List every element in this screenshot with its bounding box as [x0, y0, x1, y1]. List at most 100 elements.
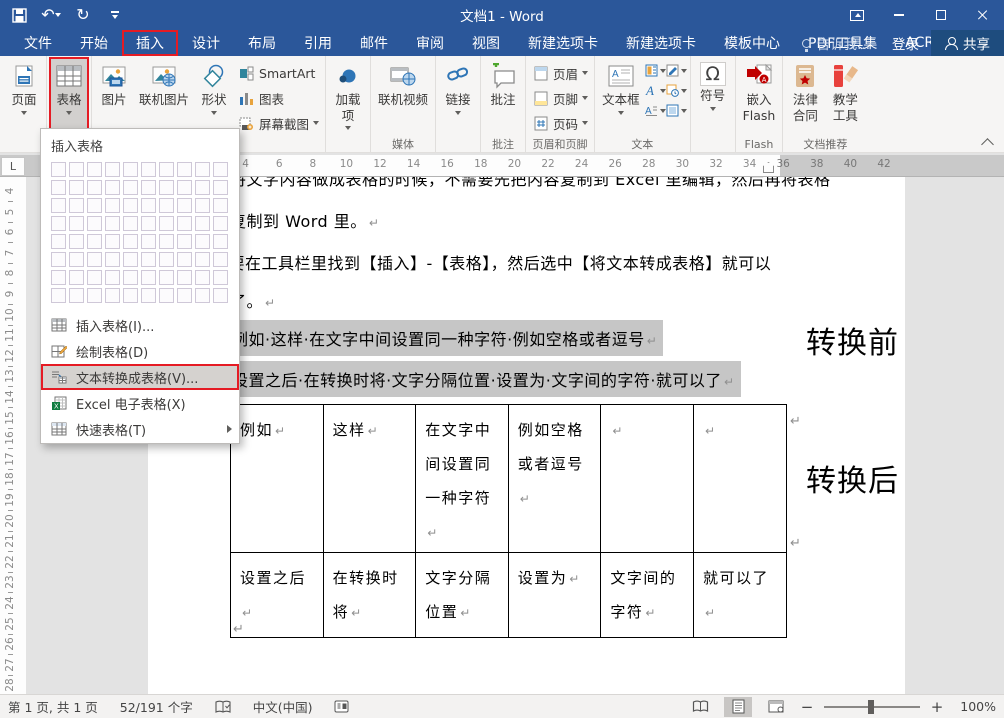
table-grid-cell[interactable]	[141, 270, 156, 285]
maximize-button[interactable]	[920, 0, 962, 30]
table-grid-cell[interactable]	[87, 270, 102, 285]
table-grid-cell[interactable]	[87, 288, 102, 303]
table-grid-cell[interactable]	[159, 252, 174, 267]
collapse-ribbon-icon[interactable]	[983, 137, 992, 146]
table-grid-cell[interactable]	[123, 270, 138, 285]
table-grid-cell[interactable]	[51, 216, 66, 231]
language-status[interactable]: 中文(中国)	[253, 697, 313, 716]
table-grid-cell[interactable]	[159, 180, 174, 195]
table-grid-cell[interactable]	[213, 288, 228, 303]
table-grid-cell[interactable]	[105, 270, 120, 285]
tab-insert[interactable]: 插入	[122, 30, 178, 56]
table-grid-cell[interactable]	[51, 180, 66, 195]
page-button[interactable]: 页面	[5, 58, 43, 136]
shapes-button[interactable]: 形状	[195, 58, 233, 136]
table-grid-cell[interactable]	[123, 252, 138, 267]
tab-home[interactable]: 开始	[66, 30, 122, 56]
table-grid-cell[interactable]	[105, 234, 120, 249]
legal-contract-button[interactable]: 法律 合同	[786, 58, 824, 136]
table-grid-cell[interactable]	[105, 288, 120, 303]
menu-item-convert-text-to-table[interactable]: 文本转换成表格(V)...	[41, 364, 239, 390]
print-layout-button[interactable]	[724, 697, 752, 717]
doc-table-cell[interactable]: 例如空格或者逗号↵	[508, 405, 601, 553]
table-grid-cell[interactable]	[69, 180, 84, 195]
table-grid-cell[interactable]	[177, 288, 192, 303]
zoom-slider[interactable]	[824, 706, 920, 708]
page-info[interactable]: 第 1 页, 共 1 页	[8, 697, 98, 716]
zoom-out-button[interactable]: −	[800, 698, 814, 716]
tab-references[interactable]: 引用	[290, 30, 346, 56]
screenshot-button[interactable]: 屏幕截图	[235, 111, 322, 135]
tab-template-center[interactable]: 模板中心	[710, 30, 794, 56]
zoom-slider-thumb[interactable]	[868, 700, 874, 714]
table-grid-cell[interactable]	[123, 216, 138, 231]
table-grid-cell[interactable]	[51, 162, 66, 177]
table-grid-cell[interactable]	[105, 216, 120, 231]
table-grid-cell[interactable]	[141, 288, 156, 303]
table-grid-cell[interactable]	[177, 198, 192, 213]
table-grid-cell[interactable]	[87, 198, 102, 213]
tab-review[interactable]: 审阅	[402, 30, 458, 56]
table-grid-cell[interactable]	[123, 288, 138, 303]
chart-button[interactable]: 图表	[235, 86, 322, 110]
zoom-level[interactable]: 100%	[954, 699, 996, 714]
table-grid-cell[interactable]	[105, 198, 120, 213]
login-button[interactable]: 登录	[880, 30, 931, 56]
wordart-button[interactable]: A	[646, 81, 666, 100]
word-count[interactable]: 52/191 个字	[120, 697, 193, 716]
table-grid-cell[interactable]	[195, 252, 210, 267]
menu-item-insert-table[interactable]: 插入表格(I)...	[41, 312, 239, 338]
body-line-2[interactable]: 复制到 Word 里。↵	[230, 208, 379, 232]
datetime-button[interactable]	[667, 81, 687, 100]
table-grid-cell[interactable]	[195, 270, 210, 285]
doc-table-cell[interactable]: 就可以了↵	[693, 553, 786, 638]
table-grid-cell[interactable]	[213, 270, 228, 285]
table-grid-cell[interactable]	[195, 234, 210, 249]
table-grid-cell[interactable]	[51, 270, 66, 285]
table-grid-cell[interactable]	[177, 216, 192, 231]
close-button[interactable]	[962, 0, 1004, 30]
selected-text-line[interactable]: 设置之后·在转换时将·文字分隔位置·设置为·文字间的字符·就可以了↵	[224, 361, 741, 397]
symbol-button[interactable]: Ω 符号	[694, 58, 732, 136]
table-grid-cell[interactable]	[87, 252, 102, 267]
table-grid-cell[interactable]	[123, 180, 138, 195]
online-pictures-button[interactable]: 联机图片	[135, 58, 193, 136]
read-mode-button[interactable]	[686, 697, 714, 717]
table-grid-cell[interactable]	[159, 162, 174, 177]
table-grid-cell[interactable]	[87, 234, 102, 249]
table-grid-cell[interactable]	[159, 288, 174, 303]
table-grid-cell[interactable]	[87, 180, 102, 195]
tab-new-tab-1[interactable]: 新建选项卡	[514, 30, 612, 56]
table-grid-cell[interactable]	[141, 198, 156, 213]
link-button[interactable]: 链接	[439, 58, 477, 136]
selected-text-line[interactable]: 例如·这样·在文字中间设置同一种字符·例如空格或者逗号↵	[224, 320, 663, 356]
comment-button[interactable]: 批注	[484, 58, 522, 136]
picture-button[interactable]: 图片	[95, 58, 133, 136]
table-grid-cell[interactable]	[69, 288, 84, 303]
menu-item-quick-tables[interactable]: 快速表格(T)	[41, 416, 239, 442]
table-grid-cell[interactable]	[159, 270, 174, 285]
redo-icon[interactable]: ↻	[72, 3, 94, 27]
tab-stop-selector[interactable]: L	[1, 157, 25, 176]
table-grid-cell[interactable]	[213, 180, 228, 195]
table-grid-cell[interactable]	[213, 216, 228, 231]
table-grid-cell[interactable]	[177, 270, 192, 285]
table-grid-cell[interactable]	[141, 180, 156, 195]
share-button[interactable]: 共享	[931, 30, 1004, 56]
doc-table-cell[interactable]: 这样↵	[323, 405, 416, 553]
undo-dropdown-arrow-icon[interactable]	[55, 13, 61, 17]
doc-table-cell[interactable]: 设置为↵	[508, 553, 601, 638]
table-grid-cell[interactable]	[105, 162, 120, 177]
smartart-button[interactable]: SmartArt	[235, 61, 322, 85]
footer-button[interactable]: 页脚	[529, 86, 591, 110]
table-grid-cell[interactable]	[177, 234, 192, 249]
doc-table-cell[interactable]: 在转换时将↵	[323, 553, 416, 638]
doc-table-cell[interactable]: 在文字中间设置同一种字符↵	[416, 405, 509, 553]
doc-table-cell[interactable]: 设置之后↵	[231, 553, 324, 638]
ribbon-display-options-button[interactable]	[836, 0, 878, 30]
table-grid-cell[interactable]	[141, 234, 156, 249]
table-grid-cell[interactable]	[69, 270, 84, 285]
table-grid-cell[interactable]	[123, 234, 138, 249]
table-grid-cell[interactable]	[51, 288, 66, 303]
object-button[interactable]	[667, 101, 687, 120]
